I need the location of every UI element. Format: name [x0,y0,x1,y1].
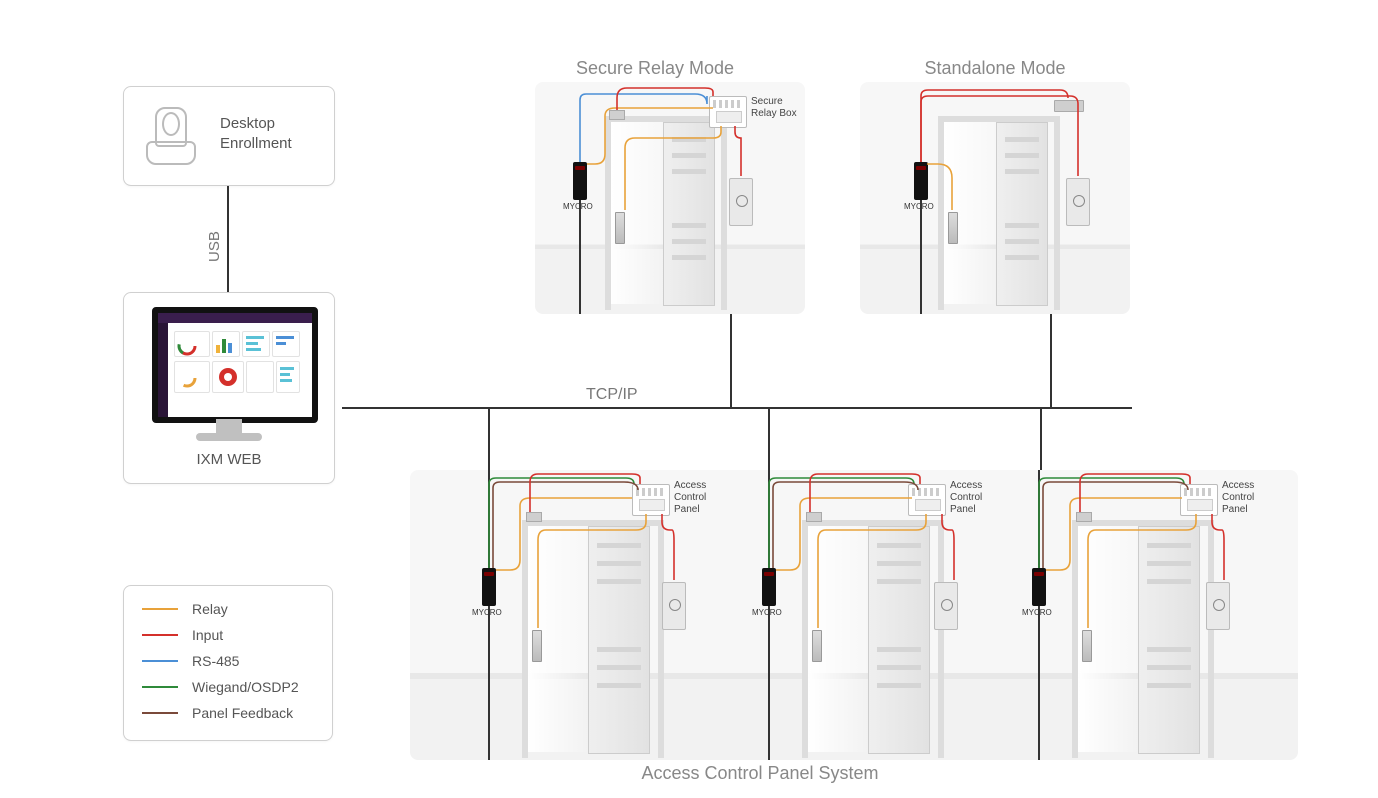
exit-button [1066,178,1090,226]
usb-line [227,184,229,292]
door-sensor [1054,100,1084,112]
access-control-panel [1180,484,1218,516]
acp-label-1: Access [674,480,706,491]
acp-label-2: Control [950,492,982,503]
acp-label-3: Panel [674,504,700,515]
acp-label-2: Control [1222,492,1254,503]
door-strike [532,630,542,662]
door-sensor [609,110,625,120]
tcpip-bus [342,407,1132,409]
tcpip-stub-acp1 [488,407,490,473]
acp-label-3: Panel [1222,504,1248,515]
door [868,526,930,754]
mycro-label: MYCRO [1022,608,1052,617]
enrollment-card: Desktop Enrollment [123,86,335,186]
legend-label: Relay [192,601,228,617]
enrollment-label-1: Desktop [220,115,275,132]
scene-standalone: MYCRO [860,82,1130,314]
door-sensor [526,512,542,522]
legend-item: Wiegand/OSDP2 [142,674,314,700]
scene-acp: MYCRO Access Control Panel MYCRO Access … [410,470,1298,760]
mycro-label: MYCRO [472,608,502,617]
legend-swatch [142,660,178,662]
legend-swatch [142,712,178,714]
title-standalone: Standalone Mode [860,58,1130,79]
access-control-panel [908,484,946,516]
ixmweb-label: IXM WEB [124,451,334,468]
mycro-label: MYCRO [752,608,782,617]
exit-button [1206,582,1230,630]
door [588,526,650,754]
legend-item: Input [142,622,314,648]
fingerprint-oval-icon [162,112,180,136]
door [1138,526,1200,754]
title-acp: Access Control Panel System [560,763,960,784]
acp-label-1: Access [1222,480,1254,491]
door-sensor [1076,512,1092,522]
door-strike [812,630,822,662]
tcpip-stub-secure [730,314,732,409]
door [996,122,1048,306]
exit-button [662,582,686,630]
legend-card: Relay Input RS-485 Wiegand/OSDP2 Panel Feedb… [123,585,333,741]
mycro-label: MYCRO [563,202,593,211]
acp-label-2: Control [674,492,706,503]
relaybox-label-2: Relay Box [751,108,797,119]
legend-swatch [142,608,178,610]
acp-label-1: Access [950,480,982,491]
legend-item: Relay [142,596,314,622]
mycro-device [1032,568,1046,606]
exit-button [934,582,958,630]
legend-label: Wiegand/OSDP2 [192,679,299,695]
relaybox-label-1: Secure [751,96,783,107]
mycro-device [762,568,776,606]
tcpip-stub-standalone [1050,314,1052,409]
legend-label: Panel Feedback [192,705,293,721]
door-strike [948,212,958,244]
title-secure: Secure Relay Mode [515,58,795,79]
door-strike [1082,630,1092,662]
monitor-icon [152,307,306,447]
legend-label: RS-485 [192,653,239,669]
mycro-device [482,568,496,606]
legend-swatch [142,686,178,688]
diagram-root: TCP/IP USB Desktop Enrollment [0,0,1378,798]
usb-label: USB [206,231,223,262]
ixmweb-card: IXM WEB [123,292,335,484]
legend-item: RS-485 [142,648,314,674]
door-strike [615,212,625,244]
access-control-panel [632,484,670,516]
legend-item: Panel Feedback [142,700,314,726]
enrollment-label-2: Enrollment [220,135,292,152]
mycro-label: MYCRO [904,202,934,211]
exit-button [729,178,753,226]
tcpip-stub-acp3 [1040,407,1042,473]
secure-relay-box [709,96,747,128]
door [663,122,715,306]
legend-label: Input [192,627,223,643]
legend-swatch [142,634,178,636]
tcpip-label: TCP/IP [586,386,638,404]
scene-secure: MYCRO Secure Relay Box [535,82,805,314]
door-sensor [806,512,822,522]
acp-label-3: Panel [950,504,976,515]
tcpip-stub-acp2 [768,407,770,473]
mycro-device [573,162,587,200]
mycro-device [914,162,928,200]
